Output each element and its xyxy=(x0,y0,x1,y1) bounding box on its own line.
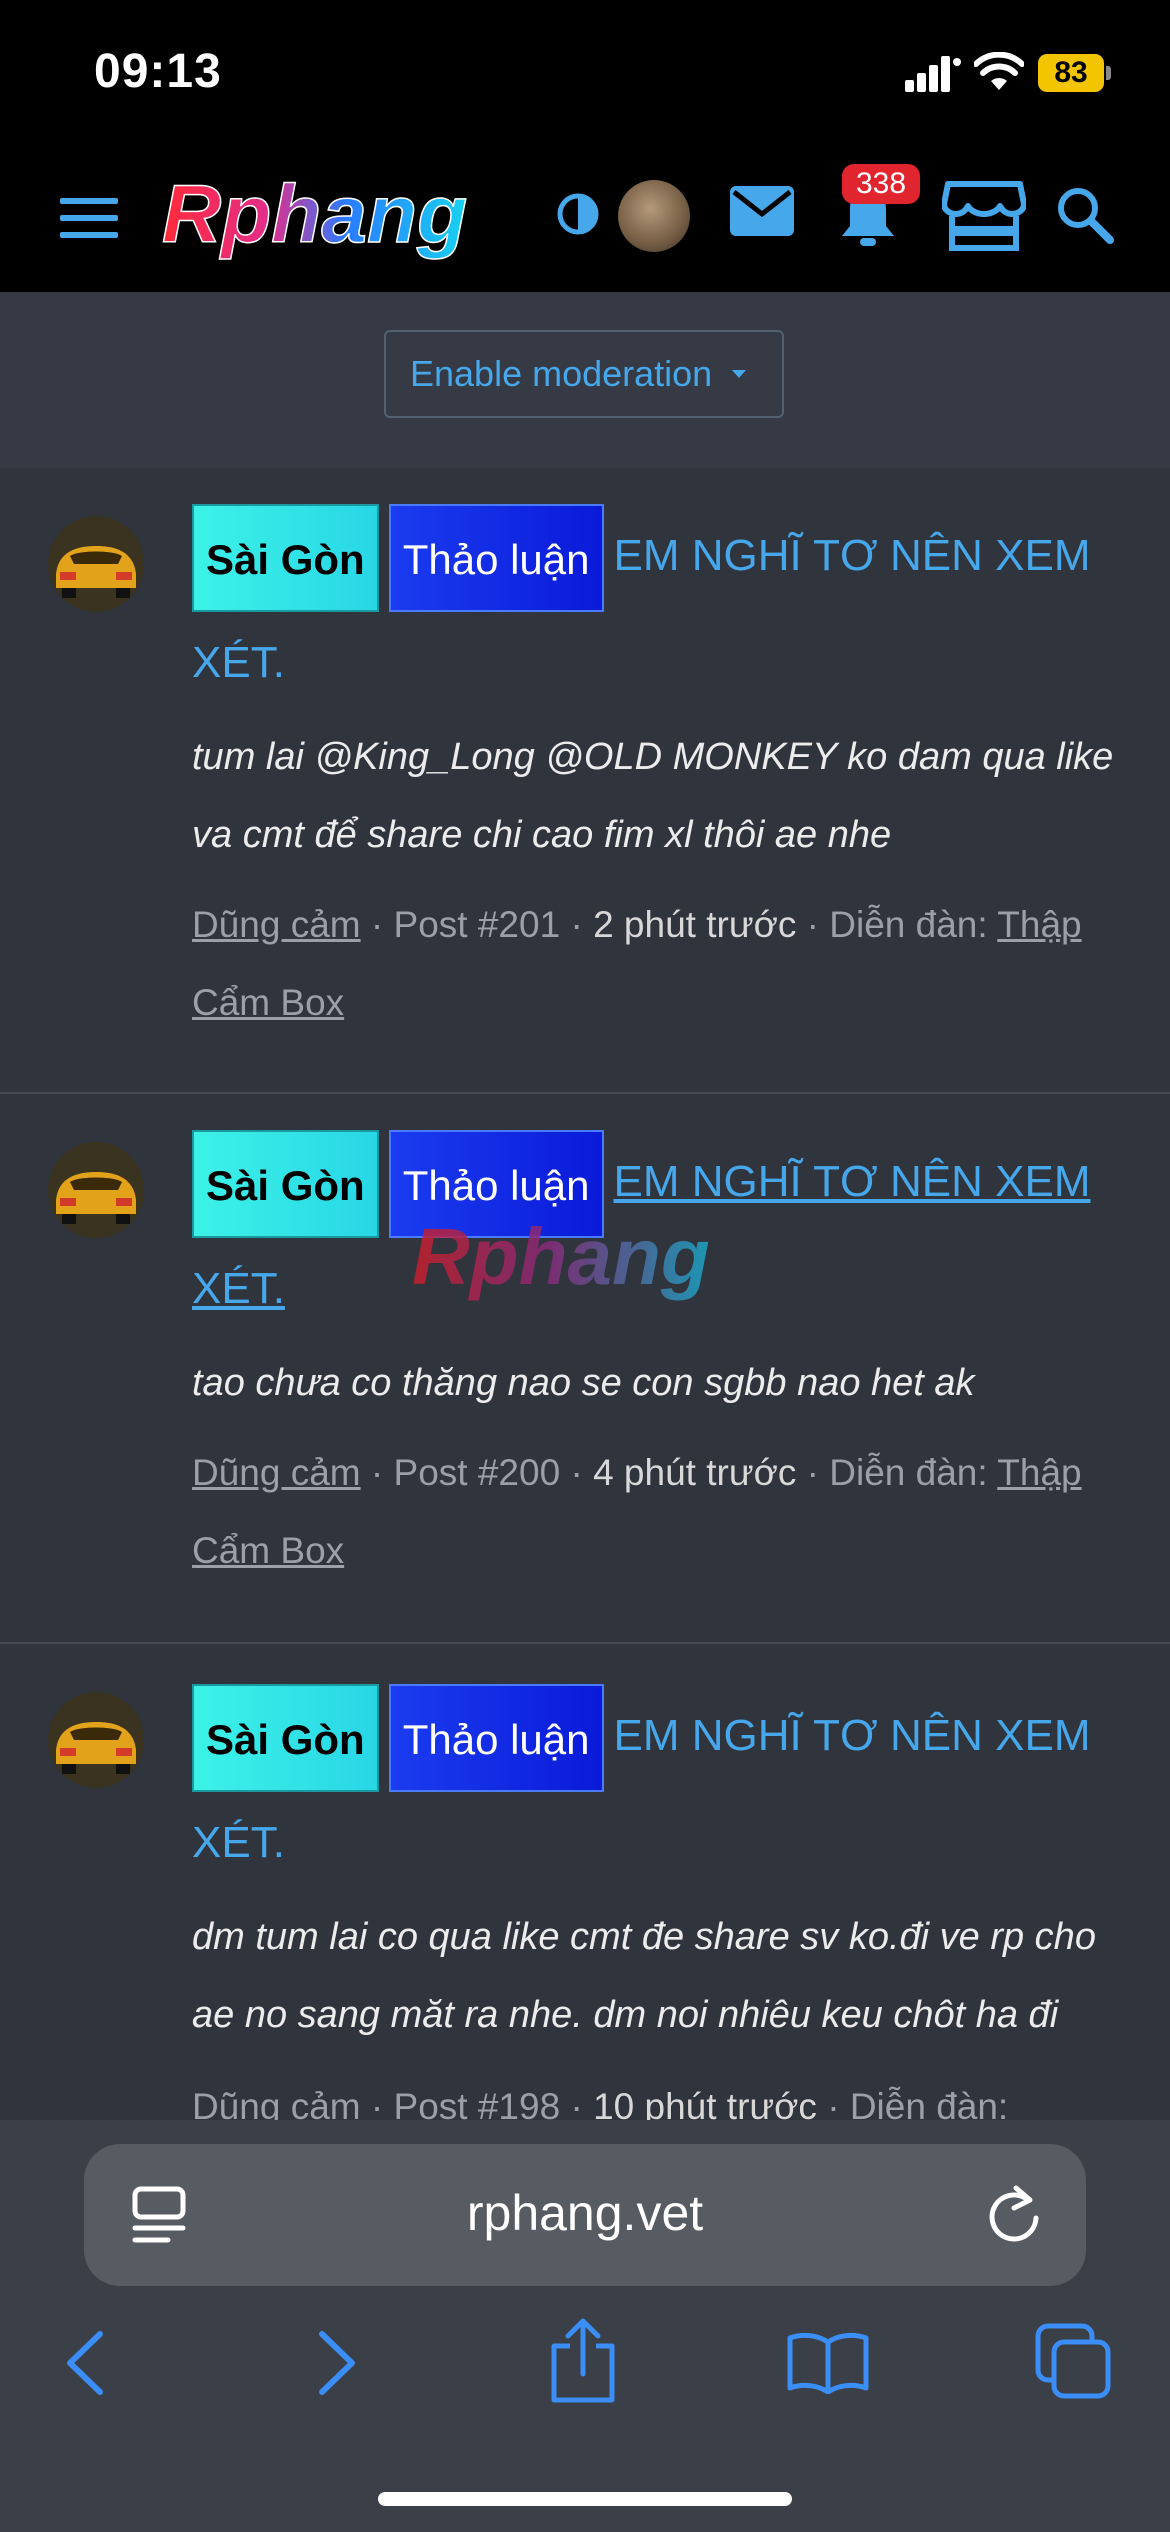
status-time: 09:13 xyxy=(94,45,222,98)
prefix-tag-thao-luan[interactable]: Thảo luận xyxy=(388,504,604,612)
post-snippet-line2: ae no sang măt ra nhe. dm noi nhiêu keu … xyxy=(192,1994,1059,2036)
forum-link[interactable]: Thập xyxy=(997,904,1081,945)
thread-title-link[interactable]: EM NGHĨ TƠ NÊN XEM xyxy=(614,1157,1091,1206)
reload-icon[interactable] xyxy=(986,2182,1042,2244)
forum-label: Diễn đàn: xyxy=(829,1452,988,1493)
post-snippet-line1: tum lai @King_Long @OLD MONKEY ko dam qu… xyxy=(192,736,1114,778)
theme-toggle-icon[interactable] xyxy=(556,192,600,236)
bookmarks-icon[interactable] xyxy=(786,2330,870,2394)
post-snippet-line1: dm tum lai co qua like cmt đe share sv k… xyxy=(192,1916,1096,1958)
search-result-post: Sài Gòn Thảo luận EM NGHĨ TƠ NÊN XEM XÉT. … xyxy=(0,1094,1170,1644)
store-icon[interactable] xyxy=(942,180,1026,252)
forum-link-cont[interactable]: Cẩm Box xyxy=(192,1530,344,1571)
url-text: rphang.vet xyxy=(466,2185,704,2241)
share-icon[interactable] xyxy=(548,2316,618,2404)
enable-moderation-button[interactable]: Enable moderation xyxy=(384,330,784,418)
author-avatar[interactable] xyxy=(48,1142,144,1238)
car-icon xyxy=(48,1692,144,1788)
chevron-down-icon xyxy=(732,370,746,378)
search-result-post: Sài Gòn Thảo luận EM NGHĨ TƠ NÊN XEM XÉT. … xyxy=(0,468,1170,1094)
svg-text:Rphang: Rphang xyxy=(162,170,467,260)
messages-icon[interactable] xyxy=(730,186,794,236)
post-meta: Dũng cảm · Post #201 · 2 phút trước · Di… xyxy=(192,904,1082,1023)
post-number: Post #200 xyxy=(393,1452,561,1493)
battery-icon: 83 xyxy=(1038,54,1112,92)
author-avatar[interactable] xyxy=(48,516,144,612)
prefix-tag-thao-luan[interactable]: Thảo luận xyxy=(388,1684,604,1792)
cellular-signal-icon xyxy=(905,56,961,92)
thread-title-link[interactable]: EM NGHĨ TƠ NÊN XEM xyxy=(614,531,1091,580)
hamburger-menu-icon[interactable] xyxy=(60,196,118,240)
site-logo[interactable]: Rphang xyxy=(160,170,510,266)
car-icon xyxy=(48,516,144,612)
status-bar: 09:13 83 xyxy=(0,0,1170,140)
author-link[interactable]: Dũng cảm xyxy=(192,904,361,945)
rphang-watermark: Rphang xyxy=(412,1212,710,1301)
svg-text:Rphang: Rphang xyxy=(412,1212,710,1301)
battery-level: 83 xyxy=(1038,54,1104,92)
thread-title-link-cont[interactable]: XÉT. xyxy=(192,638,285,688)
post-time: 2 phút trước xyxy=(593,904,797,945)
search-icon[interactable] xyxy=(1056,186,1114,244)
browser-toolbar: rphang.vet xyxy=(0,2120,1170,2532)
back-icon[interactable] xyxy=(62,2328,106,2398)
user-avatar[interactable] xyxy=(618,180,690,252)
site-header: Rphang 338 xyxy=(0,140,1170,292)
thread-title: Sài Gòn Thảo luận EM NGHĨ TƠ NÊN XEM xyxy=(192,504,1132,612)
forum-link-cont[interactable]: Cẩm Box xyxy=(192,982,344,1023)
forum-label: Diễn đàn: xyxy=(829,904,988,945)
prefix-tag-sai-gon[interactable]: Sài Gòn xyxy=(192,504,379,612)
forward-icon[interactable] xyxy=(316,2328,360,2398)
address-bar[interactable]: rphang.vet xyxy=(84,2144,1086,2286)
notification-count-badge: 338 xyxy=(842,164,920,204)
home-indicator xyxy=(378,2492,792,2506)
wifi-icon xyxy=(974,52,1024,90)
post-snippet-line2: va cmt để share chi cao fim xl thôi ae n… xyxy=(192,814,892,856)
post-meta: Dũng cảm · Post #200 · 4 phút trước · Di… xyxy=(192,1452,1082,1571)
post-snippet-line1: tao chưa co thăng nao se con sgbb nao he… xyxy=(192,1362,975,1404)
enable-moderation-label: Enable moderation xyxy=(410,353,713,394)
thread-title-link-cont[interactable]: XÉT. xyxy=(192,1818,285,1868)
forum-link[interactable]: Thập xyxy=(997,1452,1081,1493)
tabs-icon[interactable] xyxy=(1034,2322,1112,2400)
thread-title: Sài Gòn Thảo luận EM NGHĨ TƠ NÊN XEM xyxy=(192,1684,1132,1792)
car-icon xyxy=(48,1142,144,1238)
author-link[interactable]: Dũng cảm xyxy=(192,1452,361,1493)
moderation-bar: Enable moderation xyxy=(0,292,1170,468)
post-number: Post #201 xyxy=(393,904,561,945)
author-avatar[interactable] xyxy=(48,1692,144,1788)
prefix-tag-sai-gon[interactable]: Sài Gòn xyxy=(192,1684,379,1792)
thread-title-link-cont[interactable]: XÉT. xyxy=(192,1264,285,1314)
post-time: 4 phút trước xyxy=(593,1452,797,1493)
thread-title-link[interactable]: EM NGHĨ TƠ NÊN XEM xyxy=(614,1711,1091,1760)
prefix-tag-sai-gon[interactable]: Sài Gòn xyxy=(192,1130,379,1238)
